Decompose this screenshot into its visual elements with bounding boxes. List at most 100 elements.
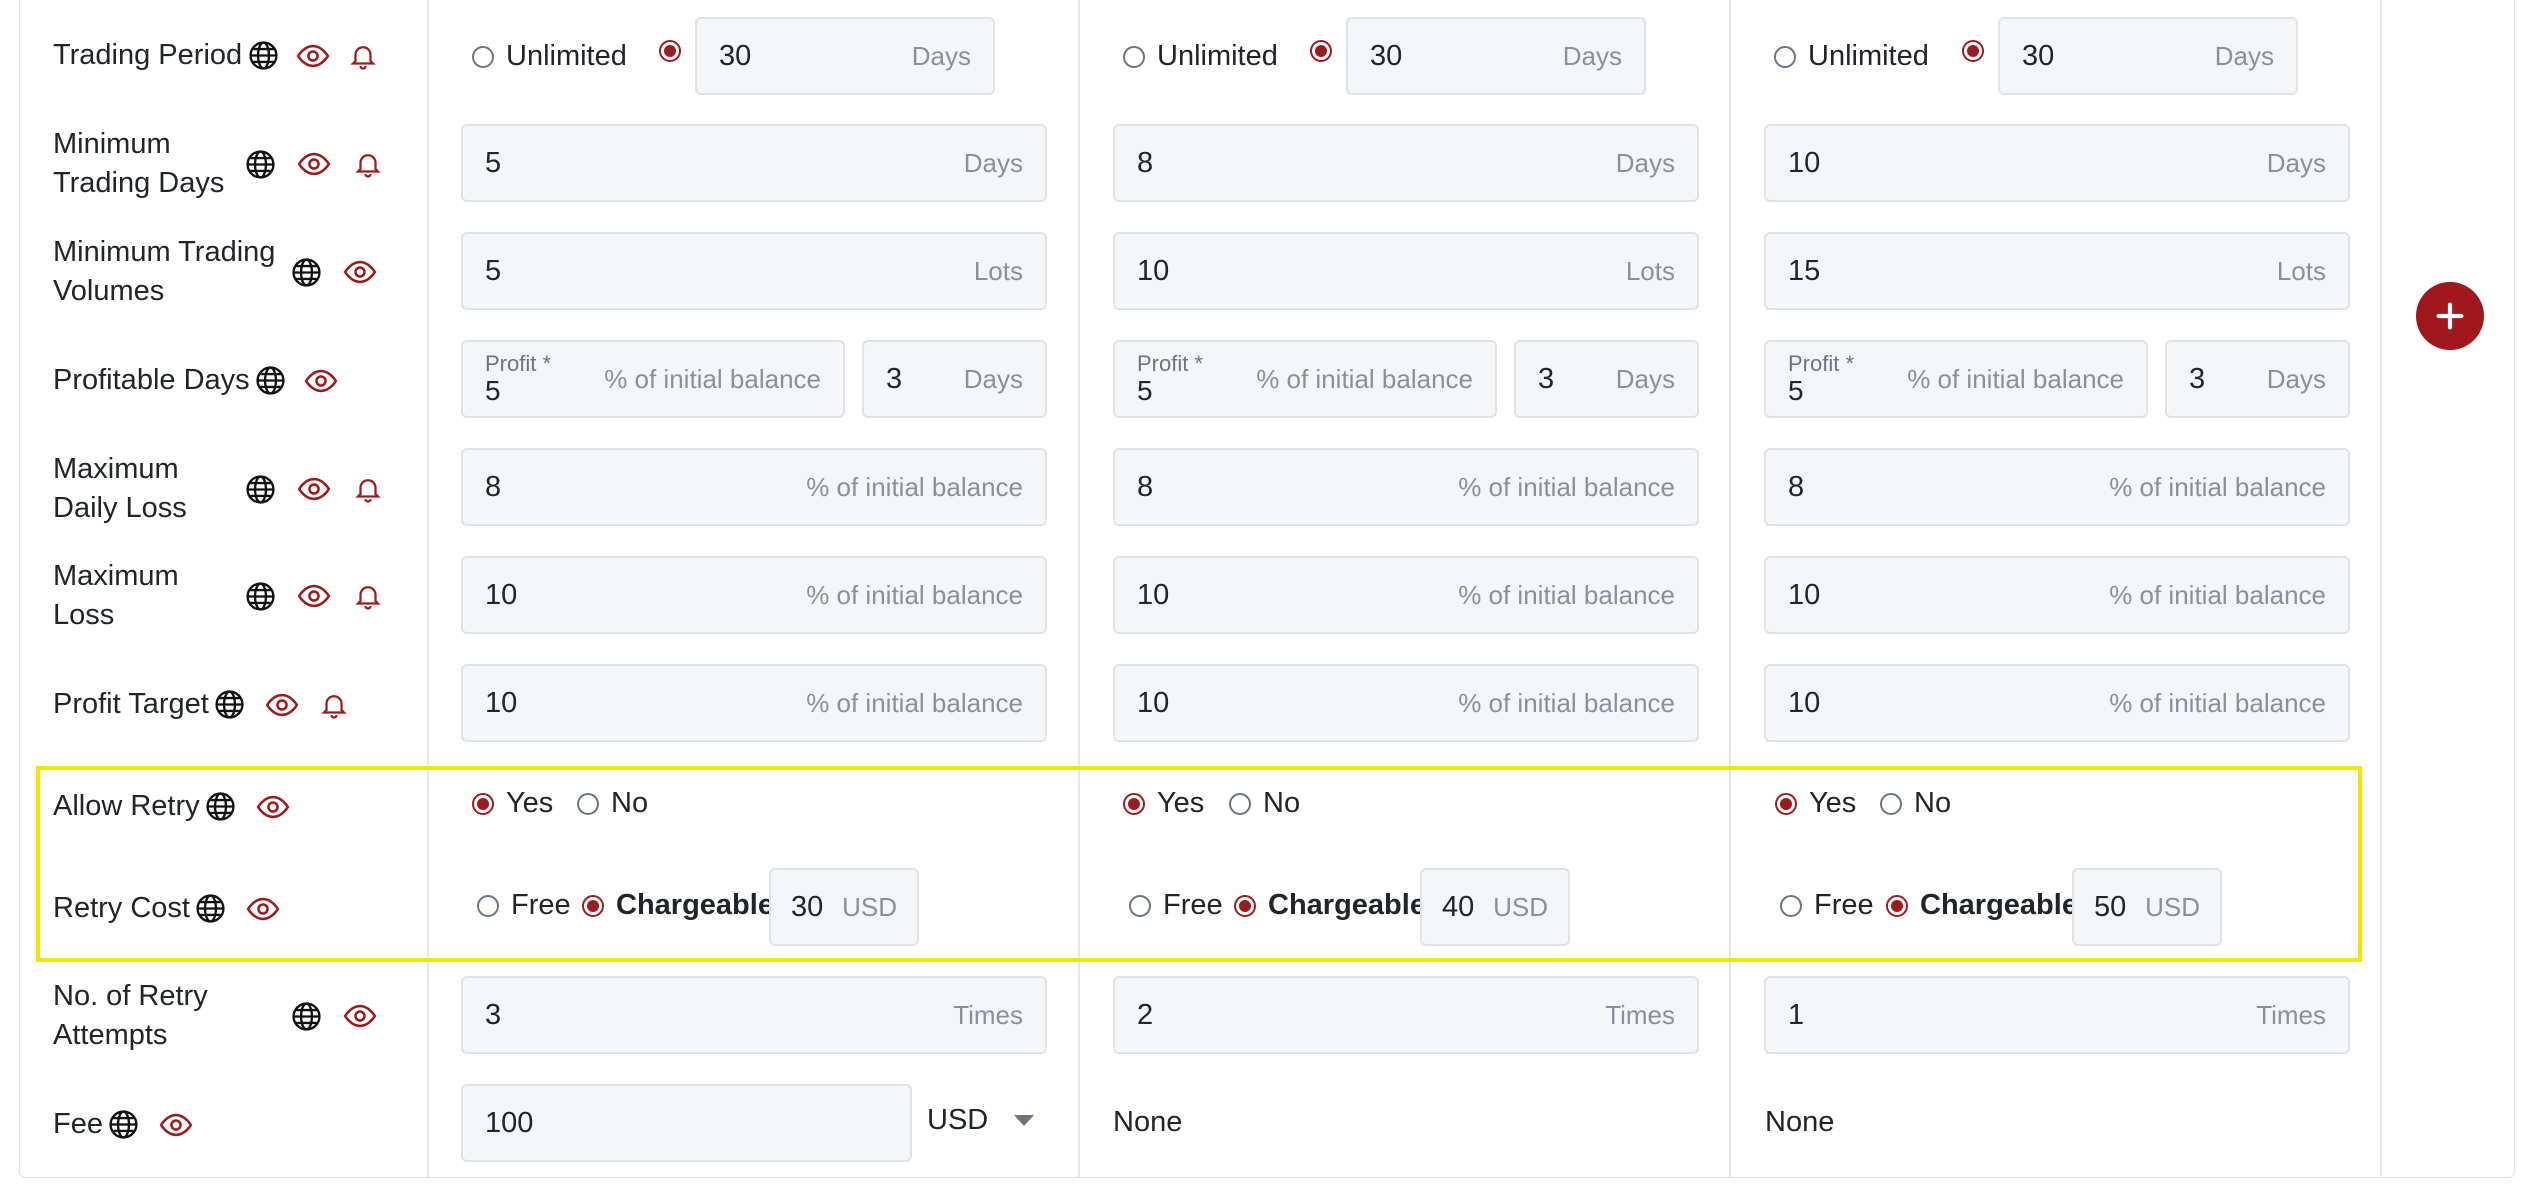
profit-target-input[interactable]: 10% of initial balance — [461, 664, 1047, 742]
eye-icon[interactable] — [256, 790, 290, 824]
bell-icon[interactable] — [351, 472, 385, 506]
retry-cost-label-cell: Retry Cost — [53, 889, 280, 928]
max-loss-input[interactable]: 10% of initial balance — [1113, 556, 1699, 634]
globe-icon[interactable] — [246, 39, 280, 73]
allow-retry-yes-radio[interactable]: Yes — [472, 787, 553, 820]
trading-period-unlimited-radio[interactable]: Unlimited — [1774, 40, 1929, 73]
eye-icon[interactable] — [297, 472, 331, 506]
max-loss-input[interactable]: 10% of initial balance — [1764, 556, 2350, 634]
trading-period-label-cell: Trading Period — [53, 36, 380, 75]
eye-icon[interactable] — [246, 892, 280, 926]
globe-icon[interactable] — [289, 255, 323, 289]
retry-attempts-input[interactable]: 1 Times — [1764, 976, 2350, 1054]
trading-period-days-radio[interactable] — [1962, 40, 1984, 62]
retry-attempts-label: No. of Retry — [53, 980, 208, 1012]
max-daily-loss-input[interactable]: 8% of initial balance — [1764, 448, 2350, 526]
globe-icon[interactable] — [254, 364, 288, 398]
max-loss-input[interactable]: 10% of initial balance — [461, 556, 1047, 634]
allow-retry-yes-radio[interactable]: Yes — [1123, 787, 1204, 820]
globe-icon[interactable] — [243, 579, 277, 613]
retry-attempts-input[interactable]: 2 Times — [1113, 976, 1699, 1054]
retry-attempts-input[interactable]: 3 Times — [461, 976, 1047, 1054]
min-trading-volumes-input[interactable]: 10 Lots — [1113, 232, 1699, 310]
min-trading-volumes-input[interactable]: 5 Lots — [461, 232, 1047, 310]
retry-cost-input[interactable]: 50 USD — [2072, 868, 2222, 946]
max-daily-loss-input[interactable]: 8% of initial balance — [1113, 448, 1699, 526]
retry-cost-free-radio[interactable]: Free — [477, 889, 571, 922]
fee-value: None — [1765, 1106, 1835, 1138]
retry-cost-input[interactable]: 40 USD — [1420, 868, 1570, 946]
globe-icon[interactable] — [213, 688, 247, 722]
bell-icon[interactable] — [317, 688, 351, 722]
bell-icon[interactable] — [346, 39, 380, 73]
eye-icon[interactable] — [265, 688, 299, 722]
trading-period-label: Trading Period — [53, 39, 243, 71]
profit-input[interactable]: Profit * 5% of initial balance — [1764, 340, 2148, 418]
globe-icon[interactable] — [194, 892, 228, 926]
max-daily-loss-label-cell: Maximum Daily Loss — [53, 450, 385, 528]
min-trading-days-input[interactable]: 8 Days — [1113, 124, 1699, 202]
globe-icon[interactable] — [243, 472, 277, 506]
profitable-days-input[interactable]: 3 Days — [862, 340, 1047, 418]
trading-period-input[interactable]: 30 Days — [1346, 17, 1646, 95]
bell-icon[interactable] — [351, 579, 385, 613]
fee-label-cell: Fee — [53, 1105, 193, 1144]
chevron-down-icon — [1014, 1115, 1035, 1126]
allow-retry-no-radio[interactable]: No — [577, 787, 648, 820]
allow-retry-label-cell: Allow Retry — [53, 787, 290, 826]
trading-period-days-radio[interactable] — [1310, 40, 1332, 62]
min-trading-volumes-input[interactable]: 15 Lots — [1764, 232, 2350, 310]
profit-input[interactable]: Profit * 5% of initial balance — [1113, 340, 1497, 418]
allow-retry-label: Allow Retry — [53, 790, 200, 822]
eye-icon[interactable] — [304, 364, 338, 398]
retry-attempts-label-cell: No. of Retry Attempts — [53, 977, 377, 1055]
eye-icon[interactable] — [343, 255, 377, 289]
profit-input[interactable]: Profit * 5% of initial balance — [461, 340, 845, 418]
fee-label: Fee — [53, 1108, 103, 1140]
retry-cost-chargeable-radio[interactable]: Chargeable — [1234, 889, 1426, 922]
eye-icon[interactable] — [159, 1108, 193, 1142]
min-trading-volumes-label: Minimum Trading — [53, 236, 276, 268]
add-plan-button[interactable] — [2416, 282, 2484, 350]
profitable-days-label-cell: Profitable Days — [53, 361, 338, 400]
min-trading-days-label: Minimum — [53, 128, 171, 160]
profit-target-input[interactable]: 10% of initial balance — [1764, 664, 2350, 742]
profit-target-input[interactable]: 10% of initial balance — [1113, 664, 1699, 742]
column-divider — [1729, 0, 1731, 1178]
allow-retry-yes-radio[interactable]: Yes — [1775, 787, 1856, 820]
min-trading-days-input[interactable]: 10 Days — [1764, 124, 2350, 202]
min-trading-volumes-label-cell: Minimum Trading Volumes — [53, 233, 377, 311]
retry-cost-chargeable-radio[interactable]: Chargeable — [582, 889, 774, 922]
eye-icon[interactable] — [297, 579, 331, 613]
allow-retry-no-radio[interactable]: No — [1880, 787, 1951, 820]
globe-icon[interactable] — [204, 790, 238, 824]
retry-cost-free-radio[interactable]: Free — [1780, 889, 1874, 922]
fee-currency-select[interactable]: USD — [927, 1104, 1035, 1137]
column-divider — [2380, 0, 2382, 1178]
retry-cost-input[interactable]: 30 USD — [769, 868, 919, 946]
trading-period-input[interactable]: 30 Days — [1998, 17, 2298, 95]
globe-icon[interactable] — [107, 1108, 141, 1142]
globe-icon[interactable] — [289, 999, 323, 1033]
retry-cost-chargeable-radio[interactable]: Chargeable — [1886, 889, 2078, 922]
max-daily-loss-input[interactable]: 8% of initial balance — [461, 448, 1047, 526]
globe-icon[interactable] — [243, 147, 277, 181]
trading-period-input[interactable]: 30 Days — [695, 17, 995, 95]
trading-period-days-radio[interactable] — [659, 40, 681, 62]
bell-icon[interactable] — [351, 147, 385, 181]
retry-cost-free-radio[interactable]: Free — [1129, 889, 1223, 922]
fee-value: None — [1113, 1106, 1183, 1138]
eye-icon[interactable] — [343, 999, 377, 1033]
profitable-days-input[interactable]: 3 Days — [1514, 340, 1699, 418]
min-trading-days-input[interactable]: 5 Days — [461, 124, 1047, 202]
column-divider — [1078, 0, 1080, 1178]
trading-period-unlimited-radio[interactable]: Unlimited — [1123, 40, 1278, 73]
max-daily-loss-label: Maximum — [53, 453, 179, 485]
profitable-days-input[interactable]: 3 Days — [2165, 340, 2350, 418]
eye-icon[interactable] — [297, 147, 331, 181]
eye-icon[interactable] — [296, 39, 330, 73]
trading-period-unlimited-radio[interactable]: Unlimited — [472, 40, 627, 73]
allow-retry-no-radio[interactable]: No — [1229, 787, 1300, 820]
profitable-days-label: Profitable Days — [53, 364, 250, 396]
fee-input[interactable]: 100 — [461, 1084, 912, 1162]
